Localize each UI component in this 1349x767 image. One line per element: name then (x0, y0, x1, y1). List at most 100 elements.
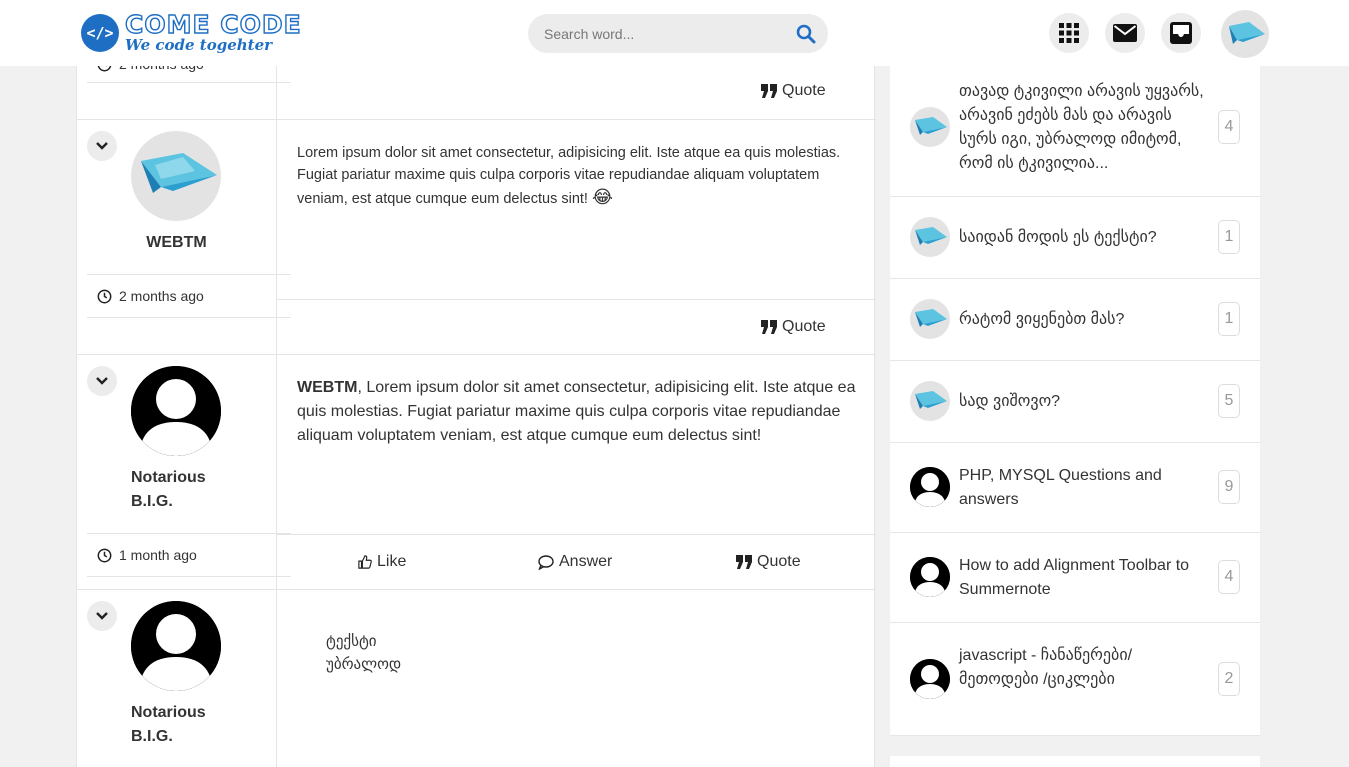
post-body: ტექსტი უბრალოდ (326, 633, 402, 673)
paper-plane-avatar-icon (915, 227, 947, 245)
answer-count-badge: 9 (1218, 470, 1240, 504)
user-avatar[interactable] (1221, 10, 1269, 58)
paper-plane-avatar-icon (141, 153, 217, 193)
avatar (910, 299, 950, 339)
list-item[interactable]: საიდან მოდის ეს ტექსტი? 1 (890, 197, 1260, 279)
comment-icon (538, 554, 554, 570)
inbox-icon (1170, 22, 1192, 44)
answer-count-badge: 4 (1218, 560, 1240, 594)
search-bar (528, 14, 828, 53)
paper-plane-avatar-icon (915, 117, 947, 135)
post-time: 2 months ago (97, 288, 204, 304)
question-title[interactable]: სად ვიშოვო? (959, 390, 1209, 414)
avatar[interactable] (131, 131, 221, 221)
chevron-down-icon (96, 377, 108, 385)
default-user-avatar-icon (131, 366, 221, 456)
post-separator (77, 589, 876, 590)
avatar[interactable] (131, 366, 221, 456)
divider (277, 299, 876, 300)
mention[interactable]: WEBTM (297, 379, 357, 396)
related-questions-sidebar: თავად ტკივილი არავის უყვარს, არავინ ეძებ… (890, 66, 1260, 736)
default-user-avatar-icon (131, 601, 221, 691)
question-title[interactable]: რატომ ვიყენებთ მას? (959, 308, 1209, 332)
quote-button[interactable]: Quote (761, 318, 826, 336)
logo-tagline: We code togehter (125, 36, 273, 54)
divider (87, 576, 291, 577)
list-item[interactable]: თავად ტკივილი არავის უყვარს, არავინ ეძებ… (890, 66, 1260, 197)
answer-count-badge: 5 (1218, 384, 1240, 418)
apps-grid-icon (1059, 23, 1079, 43)
site-logo[interactable]: </> COME CODE We code togehter (81, 10, 302, 54)
paper-plane-avatar-icon (915, 309, 947, 327)
answer-button[interactable]: Answer (538, 553, 612, 571)
post-separator (77, 354, 876, 355)
post-separator (77, 119, 876, 120)
divider (87, 274, 291, 275)
collapse-toggle[interactable] (87, 366, 117, 396)
list-item[interactable]: PHP, MYSQL Questions and answers 9 (890, 443, 1260, 533)
avatar (910, 381, 950, 421)
divider (277, 534, 876, 535)
username[interactable]: Notarious B.I.G. (131, 701, 206, 749)
chevron-down-icon (96, 612, 108, 620)
default-user-avatar-icon (910, 659, 950, 699)
avatar (910, 217, 950, 257)
answer-count-badge: 4 (1218, 110, 1240, 144)
chevron-down-icon (96, 142, 108, 150)
question-title[interactable]: თავად ტკივილი არავის უყვარს, არავინ ეძებ… (959, 80, 1209, 176)
avatar (910, 659, 950, 699)
paper-plane-avatar-icon (915, 391, 947, 409)
logo-title: COME CODE (124, 10, 302, 39)
top-navbar: </> COME CODE We code togehter (0, 0, 1349, 66)
inbox-button[interactable] (1161, 13, 1201, 53)
answer-count-badge: 1 (1218, 302, 1240, 336)
avatar[interactable] (131, 601, 221, 691)
list-item[interactable]: რატომ ვიყენებთ მას? 1 (890, 279, 1260, 361)
thumbs-up-icon (358, 555, 372, 569)
avatar (910, 107, 950, 147)
clock-icon (97, 548, 112, 562)
avatar (910, 557, 950, 597)
post-body: Lorem ipsum dolor sit amet consectetur, … (297, 145, 841, 207)
quote-icon (761, 84, 777, 98)
question-title[interactable]: PHP, MYSQL Questions and answers (959, 464, 1209, 512)
post-body: WEBTM, Lorem ipsum dolor sit amet consec… (297, 379, 856, 444)
sidebar-gap (890, 736, 1260, 756)
apps-button[interactable] (1049, 13, 1089, 53)
default-user-avatar-icon (910, 557, 950, 597)
clock-icon (97, 289, 112, 303)
avatar (910, 467, 950, 507)
quote-icon (761, 320, 777, 334)
thread-panel: 2 months ago Quote WEBTM 2 months ago Lo… (76, 56, 876, 767)
question-title[interactable]: How to add Alignment Toolbar to Summerno… (959, 554, 1209, 602)
search-icon[interactable] (796, 24, 816, 44)
divider (87, 317, 291, 318)
list-item[interactable]: javascript - ჩანაწერები/მეთოდები /ციკლებ… (890, 623, 1260, 736)
search-input[interactable] (544, 25, 784, 42)
laughing-emoji-icon: 😂 (592, 187, 614, 207)
username[interactable]: WEBTM (77, 231, 276, 255)
mail-icon (1113, 24, 1137, 42)
default-user-avatar-icon (910, 467, 950, 507)
quote-button[interactable]: Quote (761, 82, 826, 100)
post-time: 1 month ago (97, 547, 197, 563)
username[interactable]: Notarious B.I.G. (131, 466, 206, 514)
collapse-toggle[interactable] (87, 601, 117, 631)
list-item[interactable]: სად ვიშოვო? 5 (890, 361, 1260, 443)
messages-button[interactable] (1105, 13, 1145, 53)
divider (87, 533, 291, 534)
quote-icon (736, 555, 752, 569)
paper-plane-avatar-icon (1229, 22, 1265, 44)
divider (87, 82, 291, 83)
answer-count-badge: 1 (1218, 220, 1240, 254)
like-button[interactable]: Like (358, 553, 406, 571)
question-title[interactable]: javascript - ჩანაწერები/მეთოდები /ციკლებ… (959, 644, 1159, 692)
question-title[interactable]: საიდან მოდის ეს ტექსტი? (959, 226, 1209, 250)
column-divider (276, 66, 277, 767)
answer-count-badge: 2 (1218, 662, 1240, 696)
code-brackets-icon: </> (81, 13, 119, 52)
quote-button[interactable]: Quote (736, 553, 801, 571)
sidebar-next-panel (890, 756, 1260, 767)
collapse-toggle[interactable] (87, 131, 117, 161)
list-item[interactable]: How to add Alignment Toolbar to Summerno… (890, 533, 1260, 623)
